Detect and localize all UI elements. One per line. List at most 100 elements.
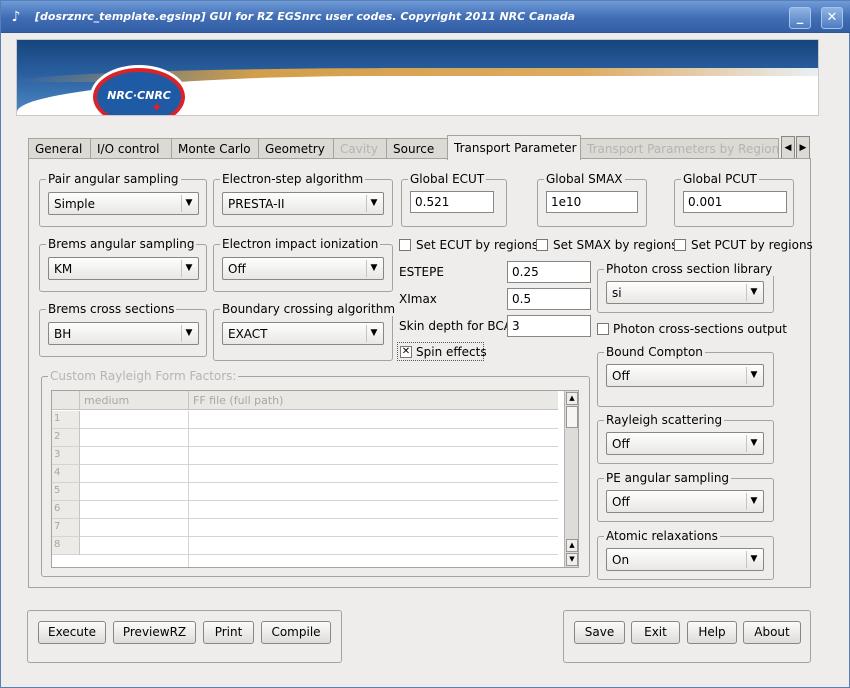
brems-cross-sections-group: Brems cross sections BH ▼: [39, 302, 207, 357]
pe-angular-sampling-value: Off: [612, 495, 630, 509]
bound-compton-select[interactable]: Off ▼: [606, 364, 764, 387]
compile-button[interactable]: Compile: [261, 621, 331, 644]
global-ecut-input[interactable]: 0.521: [410, 191, 494, 213]
boundary-crossing-algorithm-label: Boundary crossing algorithm: [220, 302, 398, 316]
pair-angular-sampling-value: Simple: [54, 197, 95, 211]
maple-leaf-icon: ✦: [151, 100, 163, 116]
photon-cross-section-library-value: si: [612, 286, 622, 300]
pair-angular-sampling-select[interactable]: Simple ▼: [48, 192, 199, 215]
table-row[interactable]: [80, 447, 558, 465]
dropdown-arrow-icon: ▼: [746, 435, 761, 452]
column-header-ff-file[interactable]: FF file (full path): [193, 394, 283, 407]
table-row[interactable]: [80, 537, 558, 555]
global-pcut-input[interactable]: 0.001: [683, 191, 787, 213]
app-window: ♪ [dosrznrc_template.egsinp] GUI for RZ …: [0, 0, 850, 688]
photon-cross-sections-output-label: Photon cross-sections output: [613, 322, 787, 336]
table-row[interactable]: [80, 411, 558, 429]
row-number: 3: [52, 447, 80, 465]
dropdown-arrow-icon: ▼: [366, 260, 381, 277]
bound-compton-label: Bound Compton: [604, 345, 705, 359]
boundary-crossing-algorithm-select[interactable]: EXACT ▼: [222, 322, 384, 345]
table-row[interactable]: [80, 429, 558, 447]
boundary-crossing-algorithm-value: EXACT: [228, 327, 268, 341]
electron-step-algorithm-group: Electron-step algorithm PRESTA-II ▼: [213, 172, 393, 227]
exit-button[interactable]: Exit: [631, 621, 680, 644]
corner-cell: [52, 391, 80, 410]
pair-angular-sampling-label: Pair angular sampling: [46, 172, 181, 186]
dropdown-arrow-icon: ▼: [746, 284, 761, 301]
atomic-relaxations-value: On: [612, 553, 630, 567]
tab-io-control[interactable]: I/O control: [90, 138, 172, 159]
pe-angular-sampling-select[interactable]: Off ▼: [606, 490, 764, 513]
brems-angular-sampling-select[interactable]: KM ▼: [48, 257, 199, 280]
photon-cross-section-library-group: Photon cross section library si ▼: [597, 262, 775, 313]
table-row[interactable]: [80, 483, 558, 501]
spin-effects-label: Spin effects: [416, 345, 487, 359]
photon-cross-section-library-select[interactable]: si ▼: [606, 281, 764, 304]
table-row[interactable]: [80, 501, 558, 519]
electron-impact-ionization-group: Electron impact ionization Off ▼: [213, 237, 393, 292]
skin-depth-input[interactable]: 3: [507, 315, 591, 337]
global-smax-group: Global SMAX 1e10: [537, 172, 647, 227]
rayleigh-scattering-select[interactable]: Off ▼: [606, 432, 764, 455]
set-ecut-by-regions-checkbox[interactable]: [399, 239, 411, 251]
rayleigh-ff-table[interactable]: medium FF file (full path) 1 2 3 4 5 6 7…: [51, 390, 579, 568]
row-number: 1: [52, 411, 80, 429]
title-bar[interactable]: ♪ [dosrznrc_template.egsinp] GUI for RZ …: [1, 1, 850, 33]
print-button[interactable]: Print: [203, 621, 254, 644]
tab-geometry[interactable]: Geometry: [258, 138, 334, 159]
brems-cross-sections-select[interactable]: BH ▼: [48, 322, 199, 345]
tab-source[interactable]: Source: [386, 138, 448, 159]
window-title: [dosrznrc_template.egsinp] GUI for RZ EG…: [35, 10, 576, 23]
dropdown-arrow-icon: ▼: [181, 325, 196, 342]
boundary-crossing-algorithm-group: Boundary crossing algorithm EXACT ▼: [213, 302, 398, 361]
scroll-up-icon[interactable]: ▲: [566, 392, 578, 405]
global-smax-input[interactable]: 1e10: [546, 191, 638, 213]
close-button[interactable]: ✕: [821, 7, 843, 29]
preview-rz-button[interactable]: PreviewRZ: [113, 621, 196, 644]
photon-cross-sections-output-checkbox[interactable]: [597, 323, 609, 335]
electron-step-algorithm-select[interactable]: PRESTA-II ▼: [222, 192, 384, 215]
estepe-input[interactable]: 0.25: [507, 261, 591, 283]
tab-scroll-left-button[interactable]: ◀: [781, 136, 795, 160]
tab-transport-parameter[interactable]: Transport Parameter: [447, 135, 581, 160]
scroll-thumb[interactable]: [566, 406, 578, 428]
brems-cross-sections-label: Brems cross sections: [46, 302, 177, 316]
rayleigh-ff-table-header: medium FF file (full path): [52, 391, 558, 410]
scroll-up-icon[interactable]: ▲: [566, 539, 578, 552]
column-header-medium[interactable]: medium: [84, 394, 129, 407]
electron-step-algorithm-label: Electron-step algorithm: [220, 172, 366, 186]
help-button[interactable]: Help: [687, 621, 737, 644]
atomic-relaxations-select[interactable]: On ▼: [606, 548, 764, 571]
skin-depth-label: Skin depth for BCA: [399, 319, 512, 333]
tab-monte-carlo[interactable]: Monte Carlo: [171, 138, 259, 159]
table-row[interactable]: [80, 519, 558, 537]
dropdown-arrow-icon: ▼: [181, 260, 196, 277]
global-pcut-group: Global PCUT 0.001: [674, 172, 794, 227]
electron-impact-ionization-select[interactable]: Off ▼: [222, 257, 384, 280]
table-row[interactable]: [80, 465, 558, 483]
row-number: 7: [52, 519, 80, 537]
about-button[interactable]: About: [743, 621, 801, 644]
tab-general[interactable]: General: [28, 138, 91, 159]
ximax-input[interactable]: 0.5: [507, 288, 591, 310]
tab-scroll-right-button[interactable]: ▶: [796, 136, 810, 160]
minimize-button[interactable]: _: [789, 7, 811, 29]
rayleigh-ff-vscrollbar[interactable]: ▲ ▲ ▼: [564, 391, 578, 567]
photon-cross-section-library-label: Photon cross section library: [604, 262, 775, 276]
brems-angular-sampling-group: Brems angular sampling KM ▼: [39, 237, 207, 292]
set-smax-by-regions-checkbox[interactable]: [536, 239, 548, 251]
set-pcut-by-regions-checkbox[interactable]: [674, 239, 686, 251]
save-button[interactable]: Save: [574, 621, 625, 644]
dropdown-arrow-icon: ▼: [746, 551, 761, 568]
set-ecut-by-regions-label: Set ECUT by regions: [416, 238, 539, 252]
bound-compton-group: Bound Compton Off ▼: [597, 345, 774, 407]
spin-effects-checkbox[interactable]: ✕: [400, 346, 412, 358]
estepe-label: ESTEPE: [399, 265, 444, 279]
tab-cavity: Cavity: [333, 138, 387, 159]
electron-impact-ionization-label: Electron impact ionization: [220, 237, 381, 251]
atomic-relaxations-label: Atomic relaxations: [604, 529, 720, 543]
scroll-down-icon[interactable]: ▼: [566, 553, 578, 566]
row-number: 6: [52, 501, 80, 519]
execute-button[interactable]: Execute: [38, 621, 106, 644]
